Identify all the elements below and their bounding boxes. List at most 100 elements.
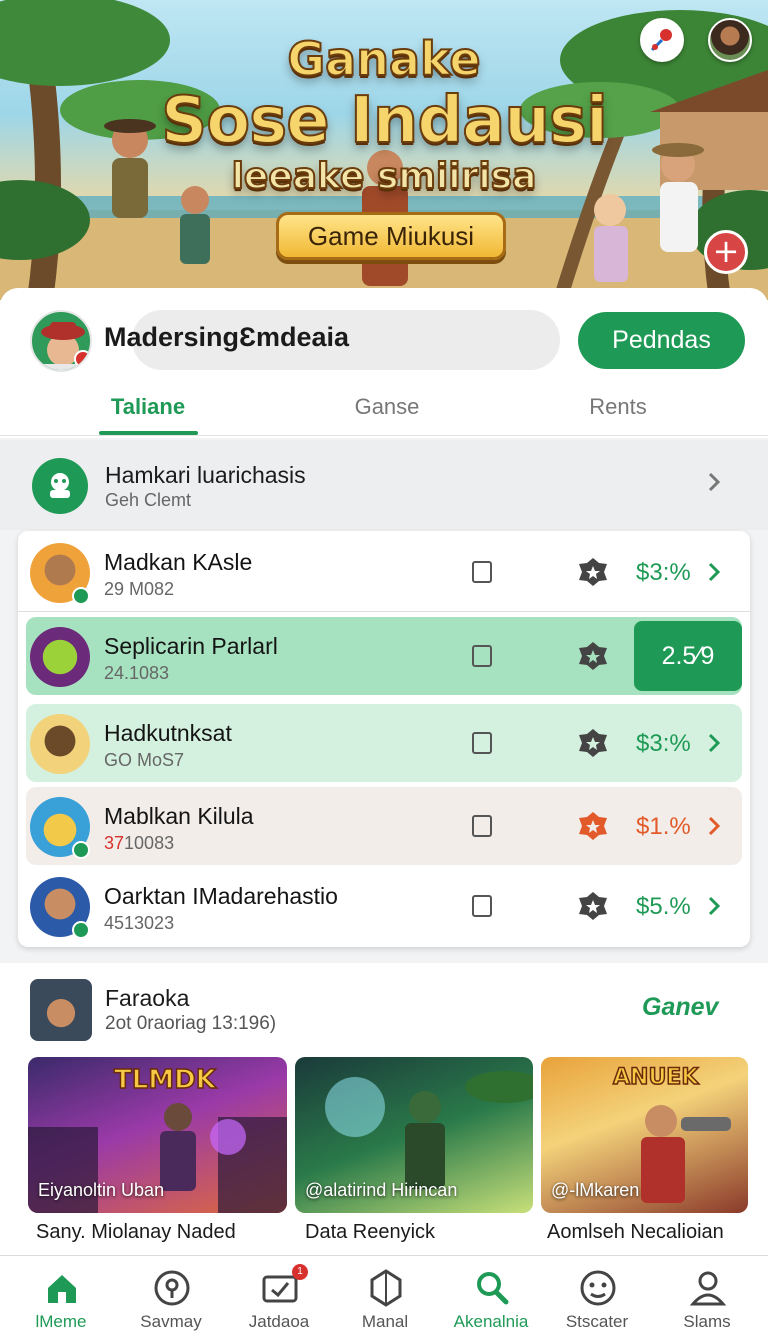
item-title: Hadkutnksat [104,720,232,746]
card-caption: @alatirind Hirincan [305,1180,458,1200]
nav-label: Stscater [565,1312,629,1331]
card-logo: TLMDK [113,1064,216,1096]
plus-icon[interactable]: + [704,230,748,274]
item-checkbox[interactable] [472,732,492,754]
username-label: MadersingƐmdeaia [104,322,349,352]
badge-star-icon[interactable] [576,889,610,923]
nav-label: Manal [361,1312,409,1331]
game-card[interactable]: @alatirind Hirincan [295,1057,533,1213]
item-meta: 29 M082 [104,579,175,599]
search-icon [477,1272,509,1305]
nav-label: Akenalnia [453,1312,529,1331]
tab-rents[interactable]: Rents [568,394,668,420]
item-title: Mablkan Kilula [104,803,254,829]
list-item[interactable]: Oarktan IMadarehastio 4513023 $5.% [18,867,750,945]
item-title: Madkan KAsle [104,549,253,575]
person-icon [689,1271,727,1306]
list-item-highlight[interactable]: Hadkutnksat GO MoS7 $3:% [26,704,742,782]
nav-label: lMeme [35,1312,87,1331]
primary-action-button[interactable]: Pedndas [578,312,745,369]
item-checkbox[interactable] [472,561,492,583]
hero-cta-button[interactable]: Game Miukusi [276,212,506,260]
badge-star-icon[interactable] [576,639,610,673]
map-pin-icon[interactable] [640,18,684,62]
location-icon [154,1270,190,1306]
hero-banner[interactable]: Ganake Sose Indausi leeake smiirisa Game… [0,0,768,300]
list-item-warning[interactable]: Mablkan Kilula 3710083 $1.% [26,787,742,865]
face-icon [580,1270,616,1306]
item-meta-highlight: 37 [104,833,125,853]
item-title: Oarktan IMadarehastio [104,883,338,909]
verified-badge-icon [72,587,90,605]
chevron-right-icon [708,896,721,916]
featured-see-all-link[interactable]: Ganev [642,993,718,1022]
item-avatar [30,714,90,774]
section-subtitle: Geh Clemt [105,490,192,510]
active-tab-indicator [99,431,198,435]
item-value-pill[interactable]: 2.5⁄9 [634,621,742,691]
item-meta: 4513023 [104,913,175,933]
chevron-right-icon [708,733,721,753]
nav-label: Jatdaoa [248,1312,310,1331]
item-meta: 24.1083 [104,663,170,683]
featured-section: Faraoka 2ot 0raoriag 13:196) Ganev TLMDK… [0,963,768,1255]
badge-star-icon[interactable] [576,726,610,760]
game-card[interactable]: ANUEK @-lMkaren [541,1057,748,1213]
item-value: $3:% [636,559,691,586]
card-logo: ANUEK [612,1064,699,1091]
item-checkbox[interactable] [472,895,492,917]
shield-icon [370,1269,402,1307]
avatar-status-badge [74,350,90,368]
featured-title: Faraoka [105,985,190,1011]
home-icon [48,1275,76,1303]
hero-title-line3: leeake smiirisa [231,155,538,198]
badge-star-icon[interactable] [576,555,610,589]
item-title: Seplicarin Parlarl [104,633,278,659]
card-label[interactable]: Aomlseh Necalioian [547,1221,724,1244]
item-meta: GO MoS7 [104,750,185,770]
list-item-selected[interactable]: Seplicarin Parlarl 24.1083 2.5⁄9 [26,617,742,695]
featured-subtitle: 2ot 0raoriag 13:196) [105,1013,277,1034]
section-title: Hamkari luarichasis [105,462,306,488]
section-header[interactable]: Hamkari luarichasis Geh Clemt [0,440,768,530]
item-avatar [30,627,90,687]
chevron-right-icon [708,472,721,492]
user-avatar[interactable] [30,310,92,372]
group-icon [32,458,88,514]
profile-avatar-icon[interactable] [708,18,752,62]
nav-item-akenalnia[interactable]: Akenalnia [436,1256,546,1344]
card-label[interactable]: Data Reenyick [305,1221,435,1244]
chevron-right-icon [708,562,721,582]
nav-item-manal[interactable]: Manal [330,1256,440,1344]
divider [18,611,750,612]
bottom-nav: lMeme Savmay Jatdaoa Manal Akenalnia Sts… [0,1255,768,1344]
tab-bar: Taliane Ganse Rents [0,388,768,436]
featured-avatar[interactable] [30,979,92,1041]
nav-item-savmay[interactable]: Savmay [116,1256,226,1344]
item-meta-rest: 10083 [124,833,175,853]
nav-item-stscater[interactable]: Stscater [542,1256,652,1344]
profile-sheet: MadersingƐmdeaia Pedndas Taliane Ganse R… [0,288,768,438]
item-value: $3:% [636,730,691,757]
item-list: Madkan KAsle 29 M082 $3:% Seplicarin Par… [18,531,750,947]
nav-label: Slams [683,1312,731,1331]
game-card[interactable]: TLMDK Eiyanoltin Uban [28,1057,287,1213]
nav-item-slams[interactable]: Slams [652,1256,762,1344]
verified-badge-icon [72,921,90,939]
item-value: $1.% [636,813,691,840]
app-root: Ganake Sose Indausi leeake smiirisa Game… [0,0,768,1344]
item-checkbox[interactable] [472,815,492,837]
nav-item-home[interactable]: lMeme [6,1256,116,1344]
list-item[interactable]: Madkan KAsle 29 M082 $3:% [18,533,750,611]
tab-taliane[interactable]: Taliane [98,394,198,420]
hero-title-line2: Sose Indausi [160,83,609,159]
badge-star-icon[interactable] [576,809,610,843]
notification-badge: 1 [292,1264,308,1280]
item-checkbox[interactable] [472,645,492,667]
item-meta: 3710083 [104,833,174,854]
card-label[interactable]: Sany. Miolanay Naded [36,1221,236,1244]
item-value: $5.% [636,893,691,920]
nav-item-jatdaoa[interactable]: Jatdaoa [224,1256,334,1344]
tab-ganse[interactable]: Ganse [337,394,437,420]
chevron-right-icon [708,816,721,836]
